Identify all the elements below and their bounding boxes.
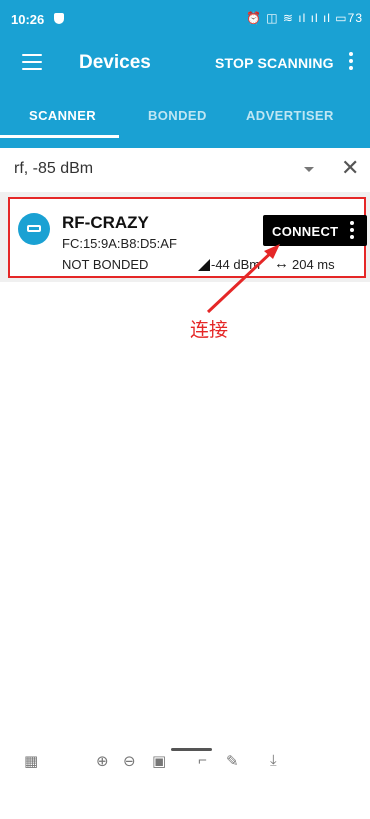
annotation-arrow — [206, 244, 280, 314]
download-icon[interactable]: ⤓ — [270, 752, 277, 769]
zoom-out-icon[interactable]: ⊖ — [123, 752, 136, 770]
annotation-arrow-line — [206, 246, 278, 314]
viewer-toolbar: ▦ ⊕ ⊖ ▣ ⌐ ✎ ⤓ — [0, 752, 370, 782]
annotation-label: 连接 — [190, 320, 229, 341]
zoom-in-icon[interactable]: ⊕ — [96, 752, 109, 770]
grid-icon[interactable]: ▦ — [24, 752, 38, 770]
gesture-handle[interactable] — [171, 748, 212, 751]
fit-icon[interactable]: ▣ — [152, 752, 166, 770]
edit-icon[interactable]: ✎ — [226, 752, 239, 770]
rotate-icon[interactable]: ⌐ — [198, 752, 207, 769]
